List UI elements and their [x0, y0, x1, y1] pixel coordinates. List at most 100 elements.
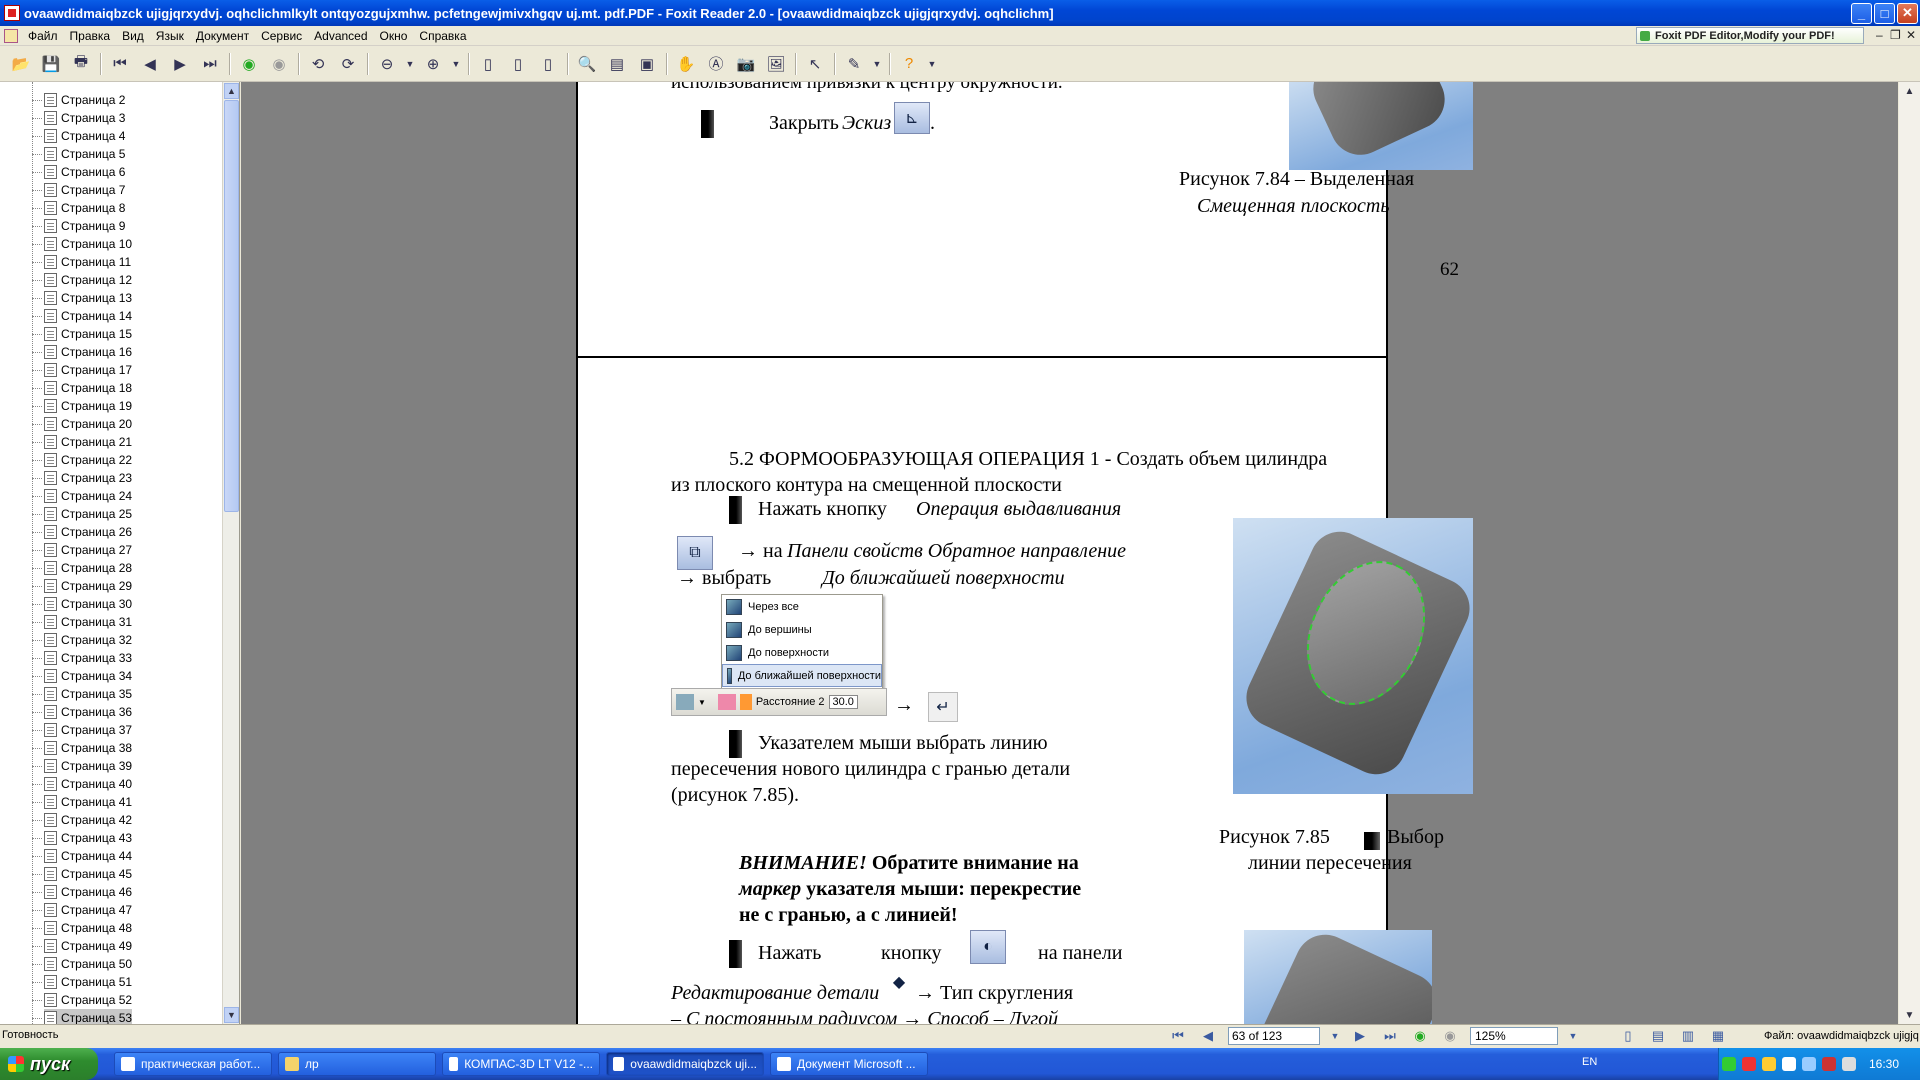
prev-page-icon[interactable]: ◀	[1198, 1027, 1218, 1045]
sidebar-item-page[interactable]: Страница 32	[44, 631, 132, 649]
sidebar-item-page[interactable]: Страница 23	[44, 469, 132, 487]
open-icon[interactable]: 📂	[9, 52, 33, 76]
chevron-down-icon[interactable]: ▼	[927, 52, 937, 76]
mdi-close-button[interactable]: ✕	[1906, 28, 1916, 42]
tray-icon[interactable]	[1842, 1057, 1856, 1071]
sidebar-item-page[interactable]: Страница 7	[44, 181, 125, 199]
sidebar-item-page[interactable]: Страница 2	[44, 91, 125, 109]
tray-icon[interactable]	[1722, 1057, 1736, 1071]
sidebar-item-page[interactable]: Страница 31	[44, 613, 132, 631]
rotate-right-icon[interactable]: ⟳	[336, 52, 360, 76]
rotate-left-icon[interactable]: ⟲	[306, 52, 330, 76]
menu-document[interactable]: Документ	[190, 29, 255, 43]
scroll-thumb[interactable]	[224, 100, 239, 512]
tray-icon[interactable]	[1802, 1057, 1816, 1071]
menu-language[interactable]: Язык	[150, 29, 190, 43]
sidebar-item-page[interactable]: Страница 34	[44, 667, 132, 685]
sidebar-item-page[interactable]: Страница 45	[44, 865, 132, 883]
task-button[interactable]: лр	[278, 1052, 436, 1076]
continuous-facing-icon[interactable]: ▦	[1708, 1027, 1728, 1045]
sidebar-item-page[interactable]: Страница 14	[44, 307, 132, 325]
menu-edit[interactable]: Правка	[64, 29, 117, 43]
document-viewer[interactable]: использованием привязки к центру окружно…	[241, 82, 1898, 1024]
sidebar-item-page[interactable]: Страница 36	[44, 703, 132, 721]
tray-icon[interactable]	[1762, 1057, 1776, 1071]
sidebar-item-page[interactable]: Страница 20	[44, 415, 132, 433]
menu-tools[interactable]: Сервис	[255, 29, 308, 43]
sidebar-item-page[interactable]: Страница 13	[44, 289, 132, 307]
menu-file[interactable]: Файл	[22, 29, 64, 43]
mdi-restore-button[interactable]: ❐	[1890, 28, 1901, 42]
sidebar-item-page[interactable]: Страница 41	[44, 793, 132, 811]
help-icon[interactable]: ?	[897, 52, 921, 76]
next-page-icon[interactable]: ▶	[1350, 1027, 1370, 1045]
sidebar-item-page[interactable]: Страница 39	[44, 757, 132, 775]
mdi-minimize-button[interactable]: –	[1876, 28, 1883, 42]
sidebar-item-page[interactable]: Страница 21	[44, 433, 132, 451]
first-page-icon[interactable]: ⏮	[1168, 1027, 1188, 1045]
sidebar-item-page[interactable]: Страница 44	[44, 847, 132, 865]
comment-tool-icon[interactable]: ✎	[842, 52, 866, 76]
sidebar-item-page[interactable]: Страница 9	[44, 217, 125, 235]
sidebar-item-page[interactable]: Страница 27	[44, 541, 132, 559]
scroll-up-icon[interactable]: ▲	[224, 83, 239, 99]
sidebar-item-page[interactable]: Страница 12	[44, 271, 132, 289]
find-icon[interactable]: 🔍	[575, 52, 599, 76]
last-page-icon[interactable]: ⏭	[1380, 1027, 1400, 1045]
zoom-field[interactable]: 125%	[1470, 1027, 1558, 1045]
print-icon[interactable]: 🖶	[69, 52, 93, 76]
menu-help[interactable]: Справка	[413, 29, 472, 43]
next-page-icon[interactable]: ▶	[168, 52, 192, 76]
sidebar-item-page[interactable]: Страница 47	[44, 901, 132, 919]
go-back-icon[interactable]: ◉	[1410, 1027, 1430, 1045]
foxit-editor-promo-link[interactable]: Foxit PDF Editor,Modify your PDF!	[1636, 27, 1864, 44]
chevron-down-icon[interactable]: ▼	[451, 52, 461, 76]
single-page-icon[interactable]: ▯	[1618, 1027, 1638, 1045]
sidebar-item-page[interactable]: Страница 37	[44, 721, 132, 739]
sidebar-item-page[interactable]: Страница 48	[44, 919, 132, 937]
actual-size-icon[interactable]: ▯	[476, 52, 500, 76]
sidebar-item-page[interactable]: Страница 46	[44, 883, 132, 901]
go-forward-icon[interactable]: ◉	[267, 52, 291, 76]
sidebar-item-page[interactable]: Страница 22	[44, 451, 132, 469]
menu-advanced[interactable]: Advanced	[308, 29, 373, 43]
sidebar-item-page[interactable]: Страница 53	[44, 1009, 133, 1024]
sidebar-item-page[interactable]: Страница 19	[44, 397, 132, 415]
sidebar-item-page[interactable]: Страница 28	[44, 559, 132, 577]
menu-view[interactable]: Вид	[116, 29, 150, 43]
tray-icon[interactable]	[1822, 1057, 1836, 1071]
tray-icon[interactable]	[1742, 1057, 1756, 1071]
sidebar-item-page[interactable]: Страница 42	[44, 811, 132, 829]
image-icon[interactable]: 🖼	[764, 52, 788, 76]
sidebar-item-page[interactable]: Страница 26	[44, 523, 132, 541]
chevron-down-icon[interactable]: ▼	[1568, 1027, 1578, 1045]
scroll-down-icon[interactable]: ▼	[224, 1007, 239, 1023]
sidebar-item-page[interactable]: Страница 11	[44, 253, 131, 271]
sidebar-item-page[interactable]: Страница 4	[44, 127, 125, 145]
clock[interactable]: 16:30	[1869, 1057, 1899, 1071]
sidebar-item-page[interactable]: Страница 18	[44, 379, 132, 397]
chevron-down-icon[interactable]: ▼	[1330, 1027, 1340, 1045]
sidebar-item-page[interactable]: Страница 10	[44, 235, 132, 253]
text-select-icon[interactable]: Ⓐ	[704, 52, 728, 76]
snapshot-icon[interactable]: 📷	[734, 52, 758, 76]
sidebar-item-page[interactable]: Страница 15	[44, 325, 132, 343]
sidebar-item-page[interactable]: Страница 35	[44, 685, 132, 703]
bookmarks-panel-icon[interactable]: ▤	[605, 52, 629, 76]
sidebar-item-page[interactable]: Страница 40	[44, 775, 132, 793]
sidebar-scrollbar[interactable]: ▲ ▼	[222, 82, 239, 1024]
sidebar-item-page[interactable]: Страница 17	[44, 361, 132, 379]
sidebar-item-page[interactable]: Страница 43	[44, 829, 132, 847]
sidebar-item-page[interactable]: Страница 25	[44, 505, 132, 523]
task-button[interactable]: практическая работ...	[114, 1052, 272, 1076]
sidebar-item-page[interactable]: Страница 52	[44, 991, 132, 1009]
start-button[interactable]: пуск	[0, 1048, 98, 1080]
sidebar-item-page[interactable]: Страница 30	[44, 595, 132, 613]
sidebar-item-page[interactable]: Страница 16	[44, 343, 132, 361]
language-indicator[interactable]: EN	[1582, 1056, 1597, 1068]
facing-icon[interactable]: ▥	[1678, 1027, 1698, 1045]
continuous-icon[interactable]: ▤	[1648, 1027, 1668, 1045]
sidebar-item-page[interactable]: Страница 8	[44, 199, 125, 217]
tray-icon[interactable]	[1782, 1057, 1796, 1071]
task-button[interactable]: КОМПАС-3D LT V12 -...	[442, 1052, 600, 1076]
